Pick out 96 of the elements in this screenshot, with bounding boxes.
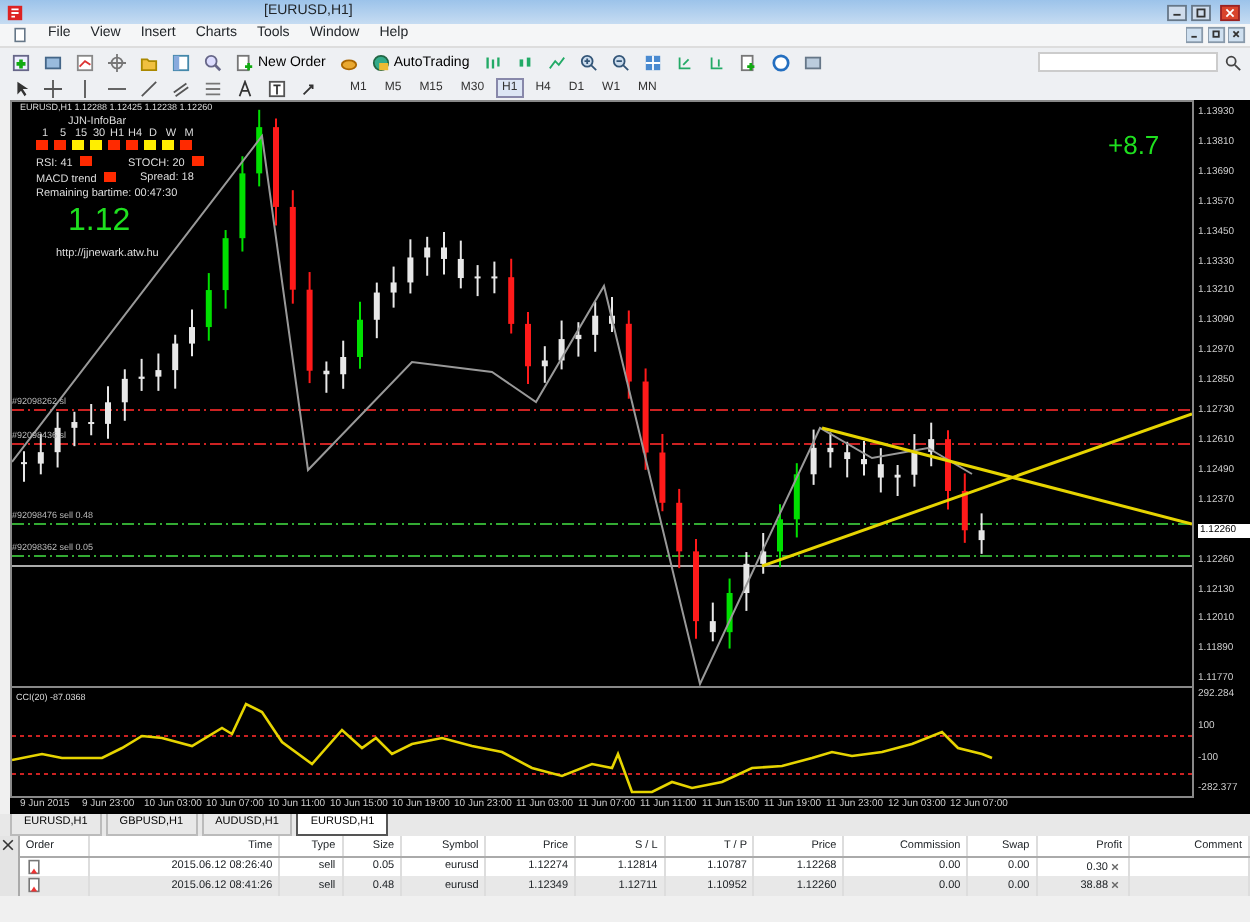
candle xyxy=(642,367,649,471)
candle xyxy=(575,321,582,358)
autoscroll-icon[interactable] xyxy=(675,53,694,71)
search-icon[interactable] xyxy=(1224,53,1242,71)
candle xyxy=(357,300,363,370)
candle xyxy=(810,428,817,486)
plus-icon[interactable] xyxy=(12,53,30,71)
candle xyxy=(289,189,296,305)
close-icon[interactable] xyxy=(1228,26,1247,44)
chart-shift-icon[interactable] xyxy=(707,53,726,71)
candle xyxy=(525,310,531,386)
candles-icon[interactable] xyxy=(515,53,534,71)
crosshair-icon[interactable] xyxy=(108,53,126,71)
folder-icon[interactable] xyxy=(140,53,158,71)
candle xyxy=(726,577,733,650)
candle xyxy=(71,410,78,448)
arrows-icon[interactable] xyxy=(300,79,318,97)
text-icon[interactable] xyxy=(236,79,254,97)
document-plus-icon xyxy=(236,53,254,71)
candle xyxy=(609,296,615,333)
candle xyxy=(373,281,380,340)
bar-chart-icon[interactable] xyxy=(483,53,502,71)
candle xyxy=(709,601,716,643)
candle xyxy=(928,421,935,468)
candle xyxy=(105,385,111,440)
cursor-icon[interactable] xyxy=(12,79,30,97)
order-icon xyxy=(25,857,42,876)
candle xyxy=(659,432,666,513)
candle xyxy=(693,537,699,640)
magnifier-icon[interactable] xyxy=(204,53,222,71)
candle xyxy=(323,360,330,394)
chart-icon[interactable] xyxy=(76,53,94,71)
minimize-icon[interactable] xyxy=(1185,26,1204,44)
candle xyxy=(189,308,195,358)
candle xyxy=(558,319,565,371)
minimize-icon[interactable] xyxy=(1165,3,1187,21)
candle xyxy=(844,440,851,479)
candle xyxy=(491,260,498,295)
candle xyxy=(541,345,548,384)
template-icon[interactable] xyxy=(803,53,822,71)
candle xyxy=(777,503,783,569)
candle xyxy=(877,447,884,494)
zoom-in-icon[interactable] xyxy=(579,53,598,71)
zoom-out-icon[interactable] xyxy=(611,53,630,71)
candle xyxy=(474,264,481,298)
restore-icon[interactable] xyxy=(1207,26,1225,44)
candle xyxy=(911,433,918,488)
candle xyxy=(205,272,212,342)
candle xyxy=(441,231,447,276)
candle xyxy=(256,108,263,188)
app-icon xyxy=(6,3,24,21)
candle xyxy=(961,472,968,544)
price-value: 1.12 xyxy=(68,202,131,241)
trendline-icon[interactable] xyxy=(140,79,158,97)
candle xyxy=(54,411,61,469)
indicator-icon[interactable] xyxy=(739,53,758,71)
candle xyxy=(978,512,985,555)
candle xyxy=(424,235,431,277)
search-field[interactable] xyxy=(1038,52,1218,72)
candle xyxy=(21,450,27,483)
crosshair-icon[interactable] xyxy=(44,79,62,97)
close-icon[interactable] xyxy=(0,836,16,854)
candle xyxy=(138,357,145,392)
candle xyxy=(172,333,179,390)
candle xyxy=(155,352,162,392)
candle xyxy=(676,487,683,570)
candle xyxy=(945,429,951,511)
candle xyxy=(121,368,128,422)
candle xyxy=(273,117,279,227)
clock-icon[interactable] xyxy=(771,53,790,71)
candle xyxy=(390,265,397,309)
panel-icon[interactable] xyxy=(172,53,190,71)
fibonacci-icon[interactable] xyxy=(204,79,222,97)
candle xyxy=(894,464,901,497)
candle xyxy=(306,271,313,385)
profit-value: +8.7 xyxy=(1108,130,1160,162)
candle xyxy=(760,532,767,575)
label-icon[interactable] xyxy=(268,79,286,97)
candle xyxy=(827,431,834,469)
candle xyxy=(793,462,800,539)
candle xyxy=(222,229,229,310)
candle xyxy=(861,440,867,477)
candle xyxy=(592,301,599,353)
grid-icon[interactable] xyxy=(643,53,662,71)
candle xyxy=(340,339,347,390)
maximize-icon[interactable] xyxy=(1190,3,1213,21)
close-icon[interactable] xyxy=(1216,3,1244,21)
candle xyxy=(88,403,95,437)
candle xyxy=(239,155,246,253)
candle xyxy=(457,239,464,290)
line-chart-icon[interactable] xyxy=(547,53,566,71)
candle xyxy=(407,238,414,295)
candle xyxy=(743,551,750,612)
window-icon[interactable] xyxy=(44,53,62,71)
candle xyxy=(508,257,515,335)
candle xyxy=(625,309,632,400)
